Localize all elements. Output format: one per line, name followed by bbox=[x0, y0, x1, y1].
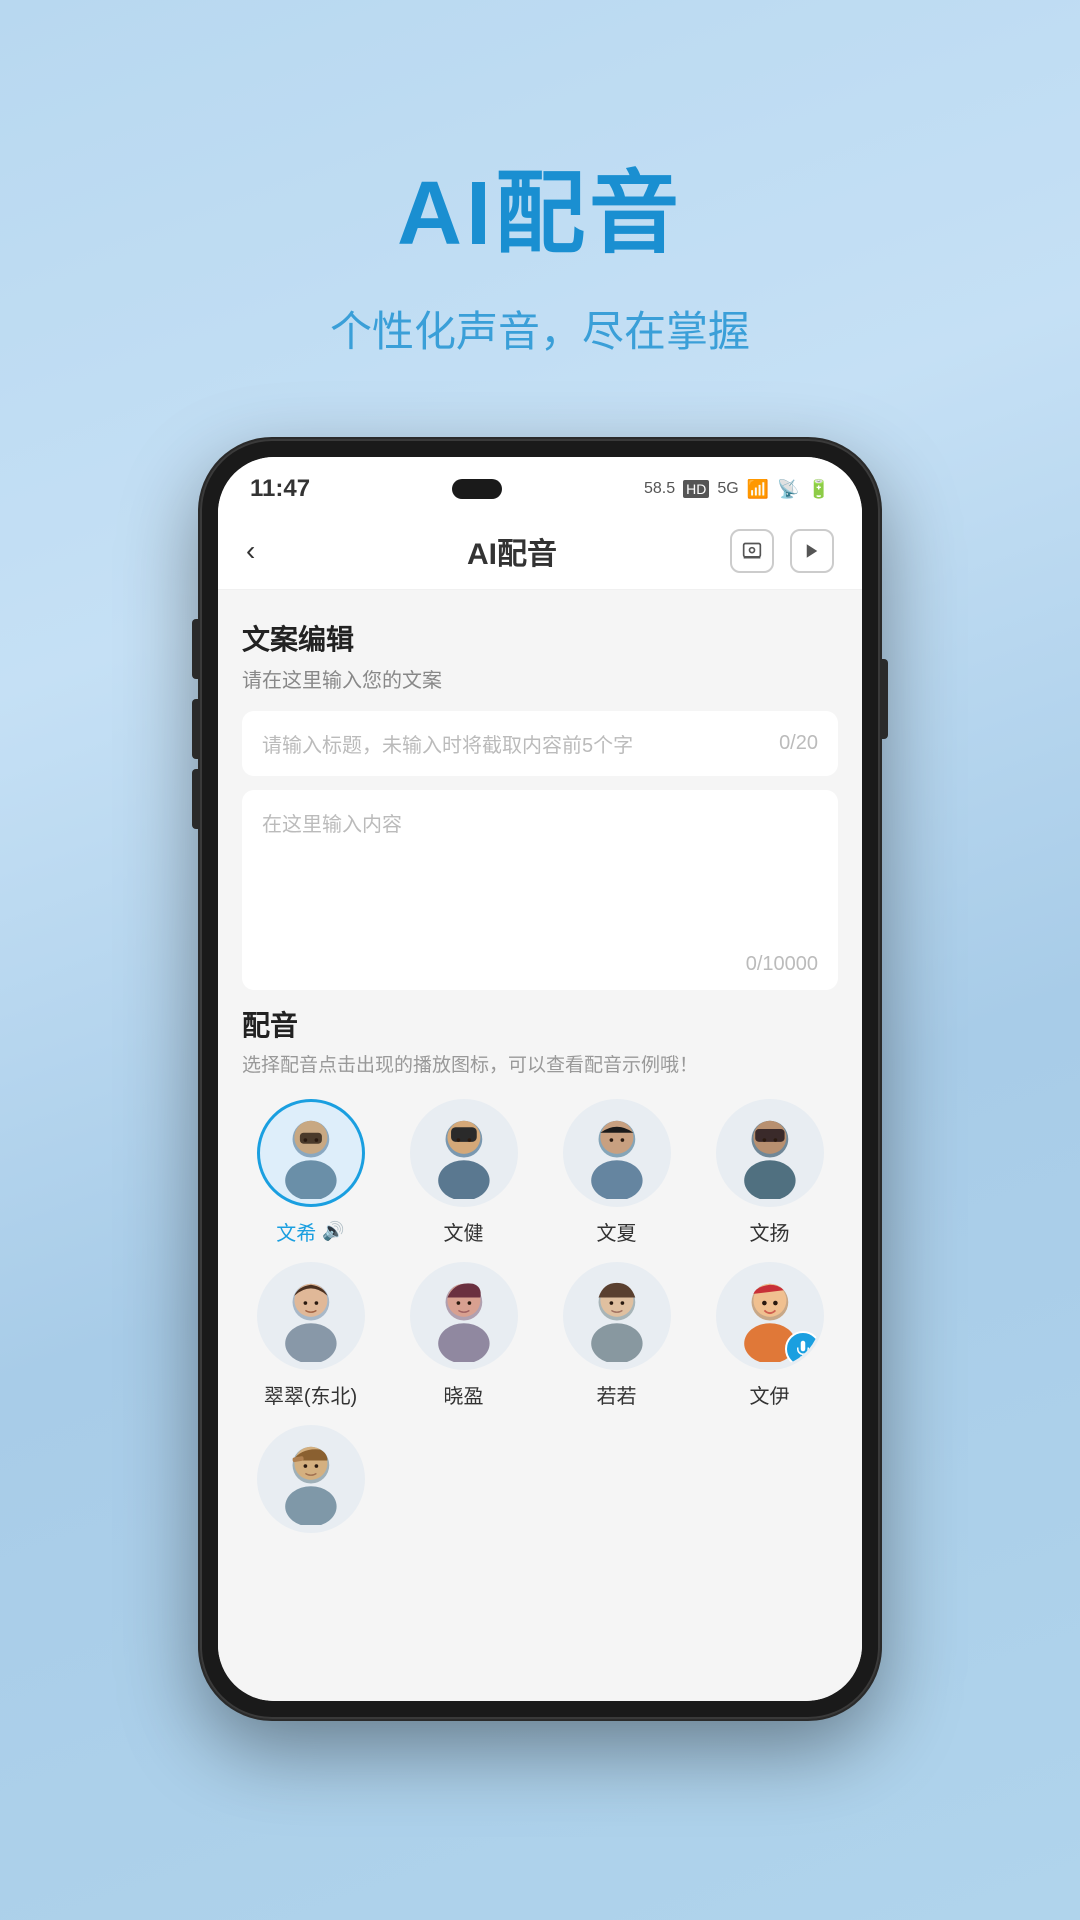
title-input-card[interactable]: 请输入标题，未输入时将截取内容前5个字 0/20 bbox=[242, 711, 838, 776]
voice-item-cuicui[interactable]: 翠翠(东北) bbox=[242, 1262, 379, 1409]
content-placeholder: 在这里输入内容 bbox=[262, 808, 818, 837]
voice-name-cuicui: 翠翠(东北) bbox=[264, 1380, 357, 1409]
voice-item-avatar9[interactable] bbox=[242, 1425, 379, 1543]
voice-name-wenyi: 文伊 bbox=[750, 1380, 790, 1409]
voice-avatar-wenxi bbox=[257, 1099, 365, 1207]
5g-icon: 5G bbox=[717, 480, 738, 498]
app-title: AI配音 bbox=[467, 529, 557, 573]
signal-icon: 📶 bbox=[747, 479, 769, 500]
phone-mockup: 11:47 58.5 HD 5G 📶 📡 🔋 ‹ AI配音 bbox=[200, 439, 880, 1719]
voice-item-wenyi[interactable]: 文伊 bbox=[701, 1262, 838, 1409]
dubbing-hint: 选择配音点击出现的播放图标，可以查看配音示例哦！ bbox=[242, 1050, 838, 1077]
voice-name-wenyang: 文扬 bbox=[750, 1217, 790, 1246]
phone-frame: 11:47 58.5 HD 5G 📶 📡 🔋 ‹ AI配音 bbox=[200, 439, 880, 1719]
voice-name-xiaoying: 晓盈 bbox=[444, 1380, 484, 1409]
voice-grid: 文希 🔊 bbox=[242, 1099, 838, 1543]
copywriting-subtitle: 请在这里输入您的文案 bbox=[242, 664, 838, 693]
hero-section: AI配音 个性化声音，尽在掌握 bbox=[330, 140, 750, 359]
wifi-icon: 📡 bbox=[777, 479, 799, 500]
voice-name-wenxi: 文希 🔊 bbox=[276, 1217, 344, 1246]
title-placeholder: 请输入标题，未输入时将截取内容前5个字 bbox=[262, 729, 779, 758]
voice-avatar-xiaoying bbox=[410, 1262, 518, 1370]
voice-item-wenjian[interactable]: 文健 bbox=[395, 1099, 532, 1246]
battery-icon: 🔋 bbox=[808, 479, 830, 500]
dubbing-section: 配音 选择配音点击出现的播放图标，可以查看配音示例哦！ bbox=[242, 1004, 838, 1543]
phone-screen: 11:47 58.5 HD 5G 📶 📡 🔋 ‹ AI配音 bbox=[218, 457, 862, 1701]
search-video-button[interactable] bbox=[730, 529, 774, 573]
voice-avatar-wenyang bbox=[716, 1099, 824, 1207]
voice-name-ruoruo: 若若 bbox=[597, 1380, 637, 1409]
copywriting-title: 文案编辑 bbox=[242, 618, 838, 658]
title-counter: 0/20 bbox=[779, 732, 818, 755]
voice-name-wenjian: 文健 bbox=[444, 1217, 484, 1246]
copywriting-section: 文案编辑 请在这里输入您的文案 请输入标题，未输入时将截取内容前5个字 0/20… bbox=[242, 618, 838, 990]
voice-item-xiaoying[interactable]: 晓盈 bbox=[395, 1262, 532, 1409]
mic-overlay bbox=[785, 1331, 821, 1367]
status-bar: 11:47 58.5 HD 5G 📶 📡 🔋 bbox=[218, 457, 862, 513]
play-button[interactable] bbox=[790, 529, 834, 573]
camera-notch bbox=[452, 479, 502, 499]
voice-item-wenxi[interactable]: 文希 🔊 bbox=[242, 1099, 379, 1246]
app-bar-actions bbox=[730, 529, 834, 573]
status-time: 11:47 bbox=[250, 475, 310, 503]
app-bar: ‹ AI配音 bbox=[218, 513, 862, 590]
voice-avatar-wenxia bbox=[563, 1099, 671, 1207]
voice-item-wenxia[interactable]: 文夏 bbox=[548, 1099, 685, 1246]
hero-subtitle: 个性化声音，尽在掌握 bbox=[330, 298, 750, 359]
status-icons: 58.5 HD 5G 📶 📡 🔋 bbox=[644, 479, 830, 500]
hero-title: AI配音 bbox=[330, 140, 750, 270]
content-textarea-card[interactable]: 在这里输入内容 0/10000 bbox=[242, 790, 838, 990]
voice-avatar-wenjian bbox=[410, 1099, 518, 1207]
dubbing-title: 配音 bbox=[242, 1004, 838, 1044]
content-counter: 0/10000 bbox=[746, 953, 818, 976]
network-speed: 58.5 bbox=[644, 480, 675, 498]
back-button[interactable]: ‹ bbox=[246, 535, 294, 567]
voice-item-wenyang[interactable]: 文扬 bbox=[701, 1099, 838, 1246]
voice-avatar-ruoruo bbox=[563, 1262, 671, 1370]
voice-name-wenxia: 文夏 bbox=[597, 1217, 637, 1246]
hd-icon: HD bbox=[683, 480, 709, 498]
sound-icon: 🔊 bbox=[322, 1221, 344, 1242]
voice-avatar-wenyi bbox=[716, 1262, 824, 1370]
voice-item-ruoruo[interactable]: 若若 bbox=[548, 1262, 685, 1409]
voice-avatar-9 bbox=[257, 1425, 365, 1533]
screen-content[interactable]: 文案编辑 请在这里输入您的文案 请输入标题，未输入时将截取内容前5个字 0/20… bbox=[218, 590, 862, 1701]
voice-avatar-cuicui bbox=[257, 1262, 365, 1370]
